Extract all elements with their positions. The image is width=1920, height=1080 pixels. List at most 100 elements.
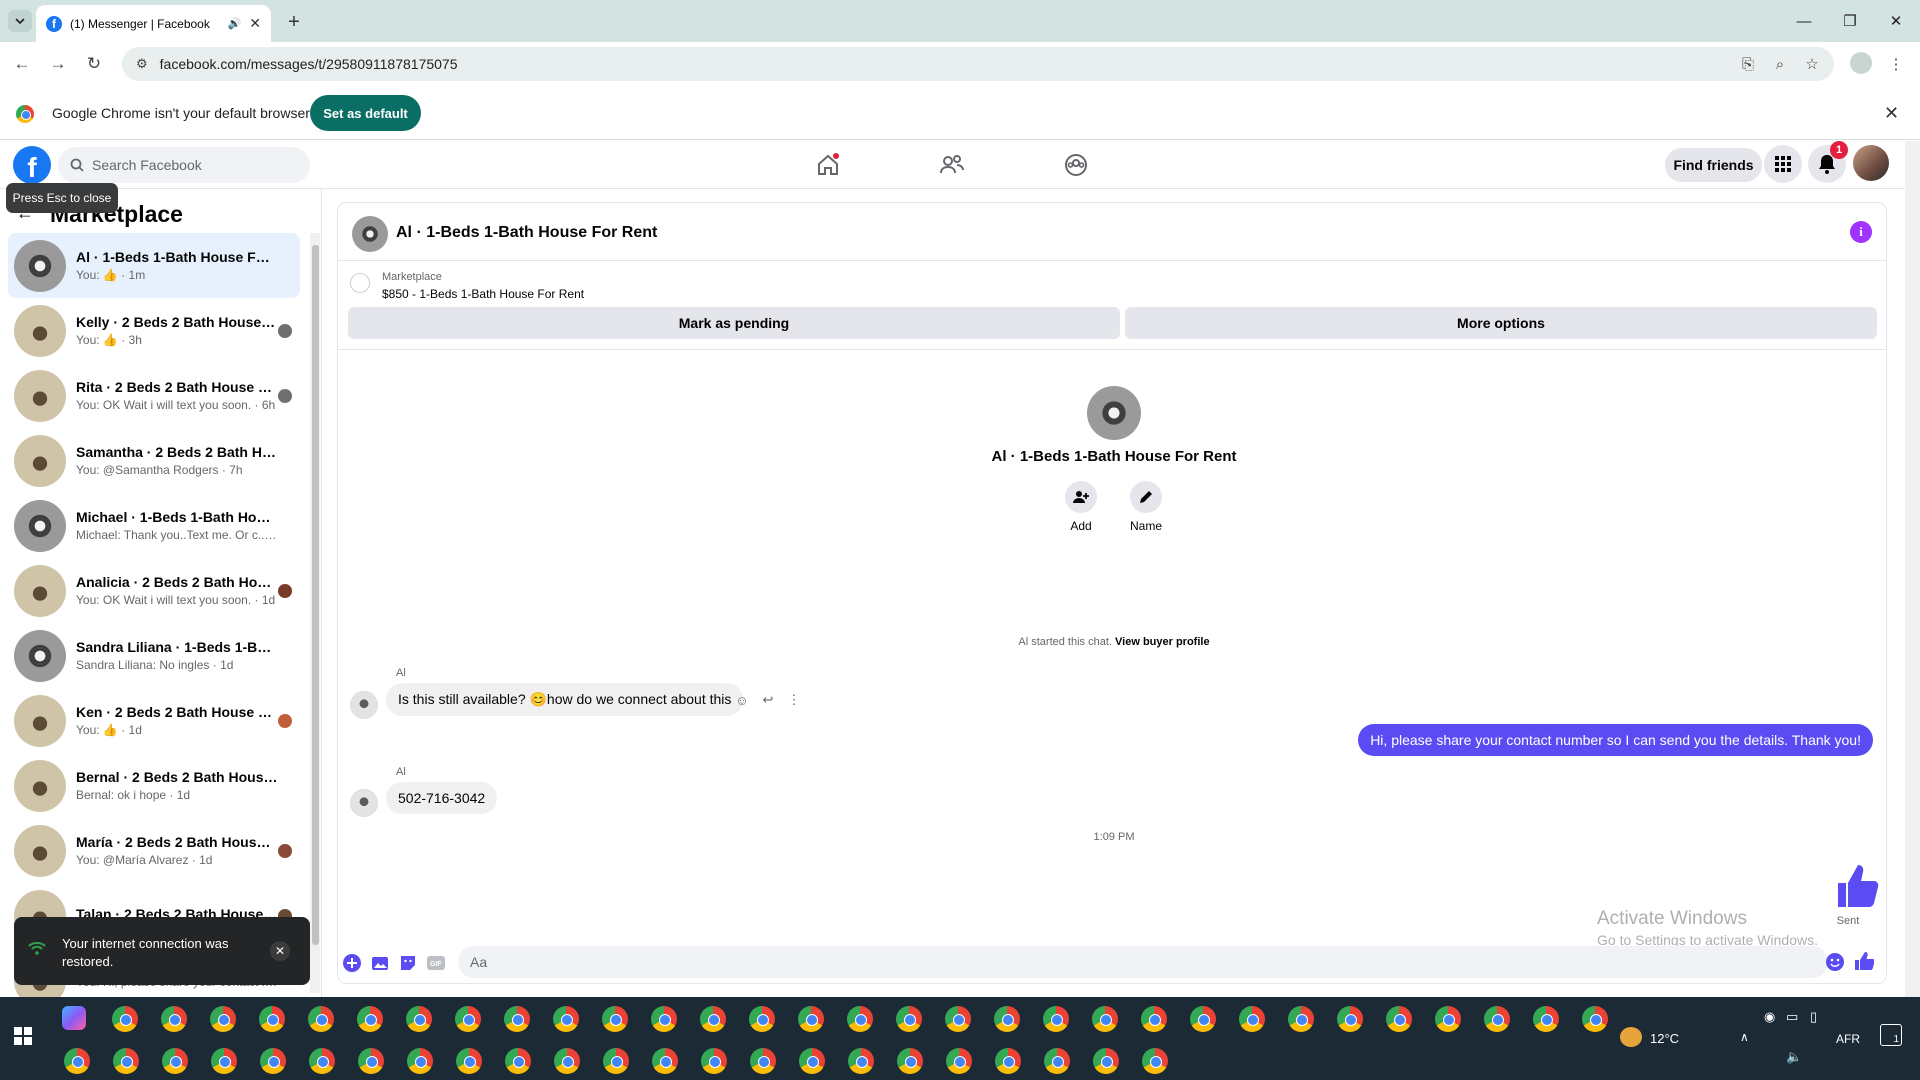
taskbar-chrome-icon[interactable]: [1337, 1006, 1363, 1032]
browser-menu-icon[interactable]: ⋮: [1886, 54, 1906, 74]
record-icon[interactable]: ◉: [1764, 1009, 1775, 1025]
conversation-item-maria[interactable]: María · 2 Beds 2 Bath House ... You: @Mar…: [8, 818, 300, 883]
weather-temperature[interactable]: 12°C: [1650, 1031, 1679, 1046]
gif-icon[interactable]: GIF: [426, 953, 446, 973]
account-avatar[interactable]: [1853, 145, 1889, 181]
facebook-logo-icon[interactable]: f: [13, 146, 51, 184]
site-info-icon[interactable]: ⚙: [136, 56, 148, 72]
taskbar-chrome-icon[interactable]: [897, 1048, 923, 1074]
taskbar-chrome-icon[interactable]: [505, 1048, 531, 1074]
minimize-button[interactable]: —: [1784, 8, 1824, 34]
taskbar-chrome-icon[interactable]: [455, 1006, 481, 1032]
plus-circle-icon[interactable]: [342, 953, 362, 973]
conversation-item-sandra[interactable]: Sandra Liliana · 1-Beds 1-Bath H... Sandr…: [8, 623, 300, 688]
taskbar-chrome-icon[interactable]: [456, 1048, 482, 1074]
show-hidden-icons-chevron-icon[interactable]: ∧: [1740, 1030, 1749, 1044]
taskbar-chrome-icon[interactable]: [602, 1006, 628, 1032]
taskbar-chrome-icon[interactable]: [406, 1006, 432, 1032]
sidebar-scrollbar-thumb[interactable]: [312, 245, 319, 945]
taskbar-chrome-icon[interactable]: [847, 1006, 873, 1032]
groups-nav-icon[interactable]: [1059, 149, 1093, 181]
taskbar-chrome-icon[interactable]: [750, 1048, 776, 1074]
taskbar-chrome-icon[interactable]: [1582, 1006, 1608, 1032]
zoom-icon[interactable]: ⌕: [1770, 54, 1790, 74]
taskbar-chrome-icon[interactable]: [1093, 1048, 1119, 1074]
taskbar-chrome-icon[interactable]: [1044, 1048, 1070, 1074]
conversation-item-rita[interactable]: Rita · 2 Beds 2 Bath House Fo... You: OK …: [8, 363, 300, 428]
set-as-default-button[interactable]: Set as default: [310, 95, 421, 131]
taskbar-chrome-icon[interactable]: [946, 1048, 972, 1074]
page-scrollbar[interactable]: [1905, 141, 1920, 997]
sender-avatar[interactable]: [350, 789, 378, 817]
speaker-icon[interactable]: 🔊: [228, 17, 242, 30]
taskbar-chrome-icon[interactable]: [1435, 1006, 1461, 1032]
sent-thumbs-up-icon[interactable]: [1834, 863, 1880, 909]
taskbar-chrome-icon[interactable]: [995, 1048, 1021, 1074]
menu-grid-icon[interactable]: [1764, 145, 1802, 183]
close-window-button[interactable]: ✕: [1876, 8, 1916, 34]
close-toast-icon[interactable]: ✕: [270, 941, 290, 961]
incoming-message[interactable]: 502-716-3042: [386, 782, 498, 814]
thumbs-up-send-icon[interactable]: [1854, 951, 1874, 971]
taskbar-chrome-icon[interactable]: [1043, 1006, 1069, 1032]
taskbar-chrome-icon[interactable]: [64, 1048, 90, 1074]
profile-icon[interactable]: [1850, 52, 1872, 74]
conversation-info-icon[interactable]: i: [1850, 221, 1872, 243]
new-tab-button[interactable]: +: [282, 10, 306, 34]
bookmark-star-icon[interactable]: ☆: [1802, 54, 1822, 74]
taskbar-chrome-icon[interactable]: [210, 1006, 236, 1032]
weather-icon[interactable]: [1620, 1027, 1642, 1047]
taskbar-chrome-icon[interactable]: [554, 1048, 580, 1074]
conversation-item-bernal[interactable]: Bernal · 2 Beds 2 Bath House Fo... Bernal…: [8, 753, 300, 818]
language-indicator[interactable]: AFR: [1836, 1032, 1860, 1046]
taskbar-chrome-icon[interactable]: [798, 1006, 824, 1032]
camera-icon[interactable]: ▯: [1810, 1009, 1817, 1025]
react-emoji-icon[interactable]: ☺: [732, 690, 752, 710]
find-friends-button[interactable]: Find friends: [1665, 148, 1762, 182]
taskbar-chrome-icon[interactable]: [161, 1006, 187, 1032]
taskbar-chrome-icon[interactable]: [113, 1048, 139, 1074]
taskbar-chrome-icon[interactable]: [504, 1006, 530, 1032]
taskbar-chrome-icon[interactable]: [848, 1048, 874, 1074]
taskbar-chrome-icon[interactable]: [700, 1006, 726, 1032]
taskbar-chrome-icon[interactable]: [112, 1006, 138, 1032]
incoming-message[interactable]: Is this still available? 😊how do we conn…: [386, 683, 744, 716]
restore-button[interactable]: ❐: [1830, 8, 1870, 34]
address-bar[interactable]: ⚙ facebook.com/messages/t/29580911878175…: [122, 47, 1834, 81]
conversation-item-kelly[interactable]: Kelly · 2 Beds 2 Bath House F... You: 👍 ·…: [8, 298, 300, 363]
taskbar-chrome-icon[interactable]: [994, 1006, 1020, 1032]
more-actions-icon[interactable]: ⋮: [784, 690, 804, 710]
install-app-icon[interactable]: ⎘: [1738, 54, 1758, 74]
taskbar-chrome-icon[interactable]: [652, 1048, 678, 1074]
home-nav-icon[interactable]: [811, 149, 845, 181]
emoji-icon[interactable]: [1825, 952, 1845, 972]
message-input[interactable]: [458, 946, 1828, 978]
friends-nav-icon[interactable]: [935, 149, 969, 181]
windows-start-icon[interactable]: [14, 1027, 32, 1045]
taskbar-chrome-icon[interactable]: [1288, 1006, 1314, 1032]
notification-center-icon[interactable]: 1: [1880, 1024, 1902, 1046]
taskbar-chrome-icon[interactable]: [1533, 1006, 1559, 1032]
taskbar-chrome-icon[interactable]: [896, 1006, 922, 1032]
reload-button[interactable]: ↻: [80, 50, 108, 78]
display-icon[interactable]: ▭: [1786, 1009, 1798, 1025]
reply-icon[interactable]: ↩: [758, 690, 778, 710]
taskbar-chrome-icon[interactable]: [749, 1006, 775, 1032]
listing-title[interactable]: $850 - 1-Beds 1-Bath House For Rent: [382, 287, 584, 301]
back-button[interactable]: ←: [8, 50, 36, 78]
taskbar-chrome-icon[interactable]: [309, 1048, 335, 1074]
add-person-button[interactable]: [1065, 481, 1097, 513]
taskbar-chrome-icon[interactable]: [1142, 1048, 1168, 1074]
taskbar-chrome-icon[interactable]: [259, 1006, 285, 1032]
sender-avatar[interactable]: [350, 691, 378, 719]
edit-name-button[interactable]: [1130, 481, 1162, 513]
taskbar-chrome-icon[interactable]: [407, 1048, 433, 1074]
taskbar-chrome-icon[interactable]: [1141, 1006, 1167, 1032]
forward-button[interactable]: →: [44, 50, 72, 78]
taskbar-chrome-icon[interactable]: [211, 1048, 237, 1074]
facebook-search-input[interactable]: Search Facebook: [58, 147, 310, 183]
conversation-item-al[interactable]: Al · 1-Beds 1-Bath House For Rent You: 👍 …: [8, 233, 300, 298]
conversation-item-samantha[interactable]: Samantha · 2 Beds 2 Bath Hous... You: @Sa…: [8, 428, 300, 493]
conversation-item-analicia[interactable]: Analicia · 2 Beds 2 Bath Hous... You: OK …: [8, 558, 300, 623]
taskbar-chrome-icon[interactable]: [308, 1006, 334, 1032]
